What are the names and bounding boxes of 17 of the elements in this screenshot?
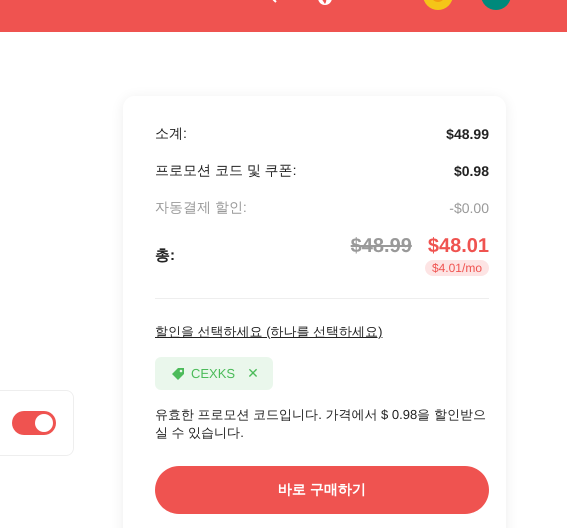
monthly-price: $4.01/mo <box>424 260 489 276</box>
summary-value: $48.99 <box>446 126 489 142</box>
total-price: $48.01 <box>428 235 489 258</box>
original-price: $48.99 <box>350 235 412 258</box>
buy-now-button[interactable]: 바로 구매하기 <box>155 466 489 514</box>
remove-coupon-button[interactable]: ✕ <box>247 365 259 382</box>
total-label: 총: <box>155 246 175 265</box>
coupon-code: CEXKS <box>191 366 236 381</box>
summary-label: 프로모션 코드 및 쿠폰: <box>155 162 297 180</box>
toggle-switch[interactable] <box>12 411 56 435</box>
promo-message: 유효한 프로모션 코드입니다. 가격에서 $ 0.98을 할인받으실 수 있습니다. <box>155 406 487 442</box>
summary-value: $0.98 <box>454 163 489 179</box>
summary-label: 소계: <box>155 125 187 143</box>
tag-icon <box>171 366 185 380</box>
summary-value: -$0.00 <box>449 200 489 216</box>
discount-link[interactable]: 할인을 선택하세요 (하나를 선택하세요) <box>155 323 382 341</box>
summary-label: 자동결제 할인: <box>155 199 247 217</box>
